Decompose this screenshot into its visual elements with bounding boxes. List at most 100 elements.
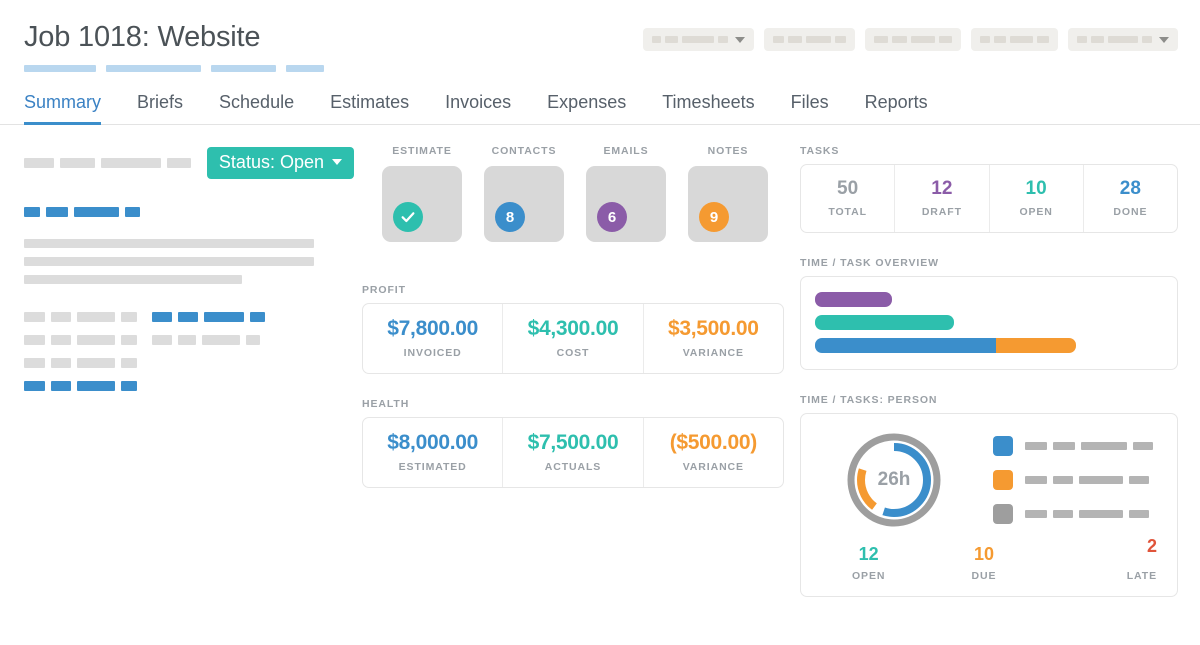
tasks-label: TASKS xyxy=(800,145,840,157)
stat-column: ($500.00) VARIANCE xyxy=(644,418,783,487)
count-badge: 8 xyxy=(495,202,525,232)
legend-row xyxy=(993,504,1159,524)
button-label-placeholder xyxy=(892,36,907,43)
detail-label-cell xyxy=(24,335,152,345)
sidebar-client-tag[interactable] xyxy=(24,207,354,217)
tab-briefs[interactable]: Briefs xyxy=(119,86,201,124)
icon-card-emails[interactable]: EMAILS 6 xyxy=(586,145,666,242)
stat-value: 50 xyxy=(837,178,859,199)
tab-estimates[interactable]: Estimates xyxy=(312,86,427,124)
placeholder-word xyxy=(1079,476,1123,484)
tab-label: Schedule xyxy=(219,92,295,112)
sidebar-detail-row xyxy=(24,358,354,368)
job-details-sidebar: Status: Open xyxy=(24,145,354,597)
time-tasks-person-panel: 26h 12 OPEN 10 DUE 2 LATE xyxy=(800,413,1178,597)
health-stats: $8,000.00 ESTIMATED $7,500.00 ACTUALS ($500.… xyxy=(363,418,783,487)
legend-swatch xyxy=(993,436,1013,456)
icon-card-contacts[interactable]: CONTACTS 8 xyxy=(484,145,564,242)
bar-chart-row xyxy=(815,338,1163,353)
tab-reports[interactable]: Reports xyxy=(847,86,946,124)
person-stats: 12 OPEN 10 DUE 2 LATE xyxy=(801,536,1177,596)
placeholder-word xyxy=(121,358,137,368)
placeholder-word xyxy=(250,312,265,322)
donut-wrapper: 26h xyxy=(819,430,969,530)
tab-label: Reports xyxy=(864,92,928,112)
legend-label-placeholder xyxy=(1025,510,1149,518)
placeholder-line xyxy=(24,239,314,248)
count-badge: 6 xyxy=(597,202,627,232)
stat-value: $7,500.00 xyxy=(527,431,619,454)
icon-card-box xyxy=(382,166,462,242)
placeholder-word xyxy=(1129,476,1149,484)
health-block: HEALTH $8,000.00 ESTIMATED $7,500.00 ACTUAL… xyxy=(362,398,784,488)
placeholder-word xyxy=(77,381,115,391)
stat-caption: DRAFT xyxy=(921,206,962,218)
header-dropdown-5[interactable] xyxy=(1068,28,1178,51)
placeholder-word xyxy=(167,158,191,168)
profit-block: PROFIT $7,800.00 INVOICED $4,300.00 COST $3,… xyxy=(362,284,784,374)
button-label-placeholder xyxy=(665,36,678,43)
button-label-placeholder xyxy=(874,36,888,43)
stat-value: $3,500.00 xyxy=(667,317,759,340)
header-button-3[interactable] xyxy=(865,28,961,51)
sidebar-title-row: Status: Open xyxy=(24,147,354,179)
button-label-placeholder xyxy=(1091,36,1104,43)
placeholder-word xyxy=(1053,476,1073,484)
stat-caption: VARIANCE xyxy=(682,461,744,473)
header-button-2[interactable] xyxy=(764,28,855,51)
time-tasks-person-label: TIME / TASKS: PERSON xyxy=(800,394,938,406)
placeholder-word xyxy=(51,381,71,391)
stat-caption: VARIANCE xyxy=(682,347,744,359)
icon-card-label: NOTES xyxy=(707,145,749,157)
placeholder-word xyxy=(152,335,172,345)
donut-center-label: 26h xyxy=(877,469,911,490)
header-action-buttons xyxy=(643,28,1178,51)
person-stat-value: 2 xyxy=(1146,536,1157,556)
bar-segment xyxy=(815,338,996,353)
stat-caption: TOTAL xyxy=(828,206,867,218)
detail-label-cell xyxy=(24,358,152,368)
tab-timesheets[interactable]: Timesheets xyxy=(644,86,772,124)
tab-expenses[interactable]: Expenses xyxy=(529,86,644,124)
bar-chart-row xyxy=(815,292,1163,307)
icon-card-estimate[interactable]: ESTIMATE xyxy=(382,145,462,242)
tab-label: Briefs xyxy=(137,92,184,112)
tab-summary[interactable]: Summary xyxy=(24,86,119,125)
icon-card-label: EMAILS xyxy=(603,145,649,157)
health-panel: $8,000.00 ESTIMATED $7,500.00 ACTUALS ($500.… xyxy=(362,417,784,488)
placeholder-word xyxy=(101,158,161,168)
profit-label: PROFIT xyxy=(362,284,406,296)
header-button-4[interactable] xyxy=(971,28,1058,51)
status-dropdown-button[interactable]: Status: Open xyxy=(206,147,354,179)
stat-column: $8,000.00 ESTIMATED xyxy=(363,418,504,487)
person-stat: 10 DUE xyxy=(926,544,1041,582)
tab-schedule[interactable]: Schedule xyxy=(201,86,312,124)
button-label-placeholder xyxy=(994,36,1006,43)
legend-row xyxy=(993,470,1159,490)
placeholder-word xyxy=(51,358,71,368)
tab-invoices[interactable]: Invoices xyxy=(427,86,529,124)
person-stat-caption: DUE xyxy=(971,570,997,582)
health-label: HEALTH xyxy=(362,398,410,410)
legend-row xyxy=(993,436,1159,456)
tab-label: Expenses xyxy=(547,92,627,112)
legend-label-placeholder xyxy=(1025,442,1153,450)
placeholder-word xyxy=(178,335,196,345)
button-label-placeholder xyxy=(718,36,728,43)
stat-caption: DONE xyxy=(1113,206,1148,218)
placeholder-word xyxy=(204,312,244,322)
placeholder-word xyxy=(24,158,54,168)
placeholder-word xyxy=(24,335,45,345)
title-placeholder-bar xyxy=(286,65,324,72)
stat-caption: OPEN xyxy=(1019,206,1053,218)
legend-swatch xyxy=(993,470,1013,490)
icon-card-notes[interactable]: NOTES 9 xyxy=(688,145,768,242)
status-dropdown-label: Status: Open xyxy=(218,152,324,172)
stat-value: ($500.00) xyxy=(669,431,758,454)
sidebar-detail-rows xyxy=(24,312,354,391)
header-dropdown-1[interactable] xyxy=(643,28,754,51)
placeholder-word xyxy=(121,335,137,345)
sidebar-detail-row xyxy=(24,381,354,391)
placeholder-word-highlighted xyxy=(46,207,68,217)
tab-files[interactable]: Files xyxy=(773,86,847,124)
